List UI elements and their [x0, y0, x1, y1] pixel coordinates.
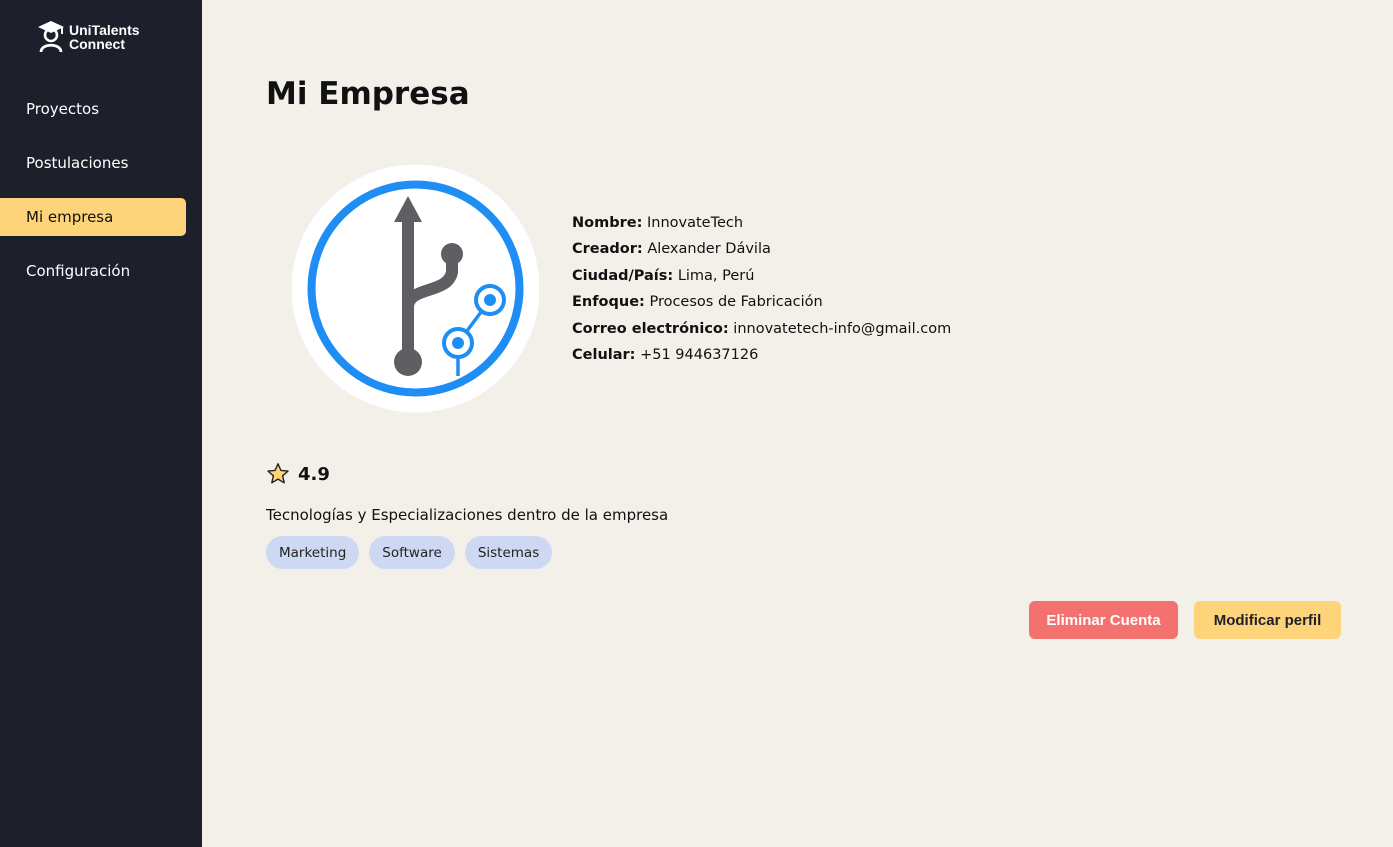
tag-marketing: Marketing: [266, 536, 360, 569]
info-enfoque: Enfoque: Procesos de Fabricación: [572, 289, 951, 315]
sidebar-item-label: Mi empresa: [26, 208, 114, 226]
page-title: Mi Empresa: [266, 76, 470, 112]
delete-account-button[interactable]: Eliminar Cuenta: [1029, 601, 1178, 639]
brand-logo[interactable]: UniTalents Connect: [36, 20, 140, 54]
info-value: innovatetech-info@gmail.com: [733, 320, 952, 337]
tag-sistemas: Sistemas: [464, 536, 553, 569]
sidebar-item-proyectos[interactable]: Proyectos: [0, 90, 186, 128]
info-value: Lima, Perú: [677, 267, 755, 284]
info-creador: Creador: Alexander Dávila: [572, 236, 951, 262]
company-rating: 4.9: [266, 462, 330, 486]
info-value: +51 944637126: [640, 346, 759, 363]
sidebar: UniTalents Connect Proyectos Postulacion…: [0, 0, 202, 847]
graduate-icon: [38, 21, 64, 53]
info-label: Ciudad/País:: [572, 267, 674, 284]
sidebar-item-label: Postulaciones: [26, 154, 129, 172]
sidebar-item-mi-empresa[interactable]: Mi empresa: [0, 198, 186, 236]
info-label: Celular:: [572, 346, 636, 363]
sidebar-item-label: Configuración: [26, 262, 131, 280]
info-nombre: Nombre: InnovateTech: [572, 210, 951, 236]
sidebar-item-configuracion[interactable]: Configuración: [0, 252, 186, 290]
tech-section-title: Tecnologías y Especializaciones dentro d…: [266, 506, 669, 524]
sidebar-item-postulaciones[interactable]: Postulaciones: [0, 144, 186, 182]
info-label: Enfoque:: [572, 294, 645, 311]
tech-tags: Marketing Software Sistemas: [266, 536, 562, 569]
tag-software: Software: [369, 536, 455, 569]
info-value: InnovateTech: [646, 215, 744, 231]
info-celular: Celular: +51 944637126: [572, 342, 951, 368]
info-value: Alexander Dávila: [647, 241, 771, 258]
info-label: Nombre:: [572, 215, 643, 231]
info-value: Procesos de Fabricación: [649, 294, 823, 311]
main-content: Mi Empresa Nombre: InnovateTech Creador:…: [202, 0, 1393, 847]
sidebar-item-label: Proyectos: [26, 100, 100, 118]
info-correo: Correo electrónico: innovatetech-info@gm…: [572, 316, 951, 342]
brand-name-line1: UniTalents: [69, 22, 140, 38]
rating-value: 4.9: [298, 463, 330, 485]
edit-profile-button[interactable]: Modificar perfil: [1194, 601, 1341, 639]
info-label: Correo electrónico:: [572, 320, 729, 337]
brand-name-line2: Connect: [69, 36, 125, 52]
company-info: Nombre: InnovateTech Creador: Alexander …: [572, 210, 951, 368]
brand-name: UniTalents Connect: [69, 23, 140, 51]
info-label: Creador:: [572, 241, 643, 258]
star-icon: [267, 463, 289, 484]
info-ciudad-pais: Ciudad/País: Lima, Perú: [572, 263, 951, 289]
company-logo: [292, 164, 539, 413]
